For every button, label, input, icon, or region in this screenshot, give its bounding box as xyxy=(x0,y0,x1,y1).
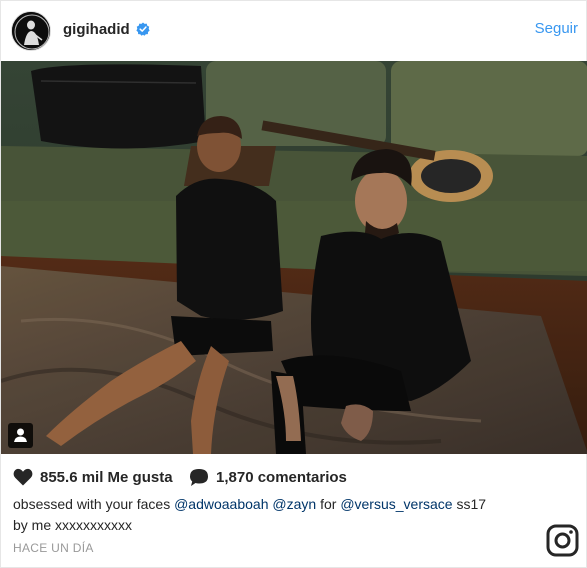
instagram-logo-icon[interactable] xyxy=(546,524,579,557)
avatar[interactable] xyxy=(11,11,51,51)
mention-link[interactable]: @versus_versace xyxy=(340,496,452,512)
verified-badge-icon xyxy=(136,22,150,36)
mention-link[interactable]: @adwoaaboah xyxy=(174,496,268,512)
caption-text: by me xxxxxxxxxxx xyxy=(13,517,133,533)
post-caption: obsessed with your faces @adwoaaboah @za… xyxy=(13,494,543,536)
heart-icon[interactable] xyxy=(13,468,33,486)
likes-count[interactable]: 855.6 mil Me gusta xyxy=(40,469,173,486)
post-actions: 855.6 mil Me gusta 1,870 comentarios xyxy=(13,466,573,488)
post-timestamp[interactable]: HACE UN DÍA xyxy=(13,541,94,555)
caption-text: ss17 xyxy=(452,496,487,512)
mention-link[interactable]: @zayn xyxy=(272,496,316,512)
user-tag-icon[interactable] xyxy=(8,423,33,448)
comment-bubble-icon[interactable] xyxy=(189,468,209,487)
post-photo[interactable] xyxy=(1,61,587,454)
post-header: gigihadid Seguir xyxy=(1,1,587,61)
photo-image xyxy=(1,61,587,454)
caption-text: for xyxy=(316,496,341,512)
caption-text: obsessed with your faces xyxy=(13,496,175,512)
instagram-post: gigihadid Seguir 855.6 mil Me gusta 1,87… xyxy=(0,0,587,568)
comments-count[interactable]: 1,870 comentarios xyxy=(216,469,347,486)
follow-button[interactable]: Seguir xyxy=(535,20,578,37)
username-link[interactable]: gigihadid xyxy=(63,21,130,38)
